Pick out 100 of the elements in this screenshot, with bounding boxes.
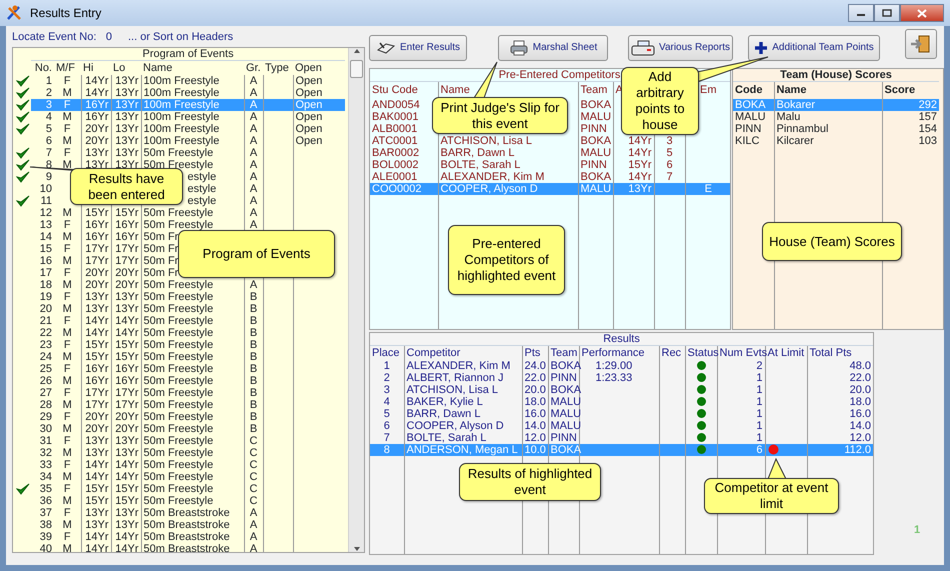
printer-icon	[508, 40, 529, 56]
event-number-field[interactable]: 0	[100, 30, 112, 42]
column-header[interactable]: Name	[141, 60, 244, 74]
maximize-button[interactable]	[874, 4, 900, 22]
table-cell: BOKA	[548, 444, 579, 456]
column-header[interactable]: Type	[263, 60, 293, 74]
table-cell: M	[54, 110, 81, 123]
table-cell: A	[244, 519, 263, 532]
table-cell-text: 38	[38, 519, 53, 532]
column-header[interactable]: Team	[548, 346, 579, 360]
table-cell: F	[54, 74, 81, 87]
table-cell: B	[244, 327, 263, 340]
table-cell: F	[54, 315, 81, 328]
column-header[interactable]: No.	[31, 60, 54, 74]
table-cell: 20Yr	[81, 279, 111, 292]
table-cell-text: 18	[38, 279, 53, 292]
column-header[interactable]: M/F	[54, 60, 81, 74]
toolbar-button[interactable]: Enter Results	[369, 35, 467, 61]
table-cell: 100m Freestyle	[141, 134, 244, 147]
table-cell-text: 11	[40, 195, 53, 208]
table-cell-text: 16	[38, 255, 53, 268]
table-cell: A	[244, 98, 263, 111]
table-cell: A	[244, 171, 263, 184]
column-header[interactable]: Total Pts	[807, 346, 873, 360]
table-cell: 50m Freestyle	[141, 459, 244, 472]
table-cell: 20.0	[522, 384, 548, 396]
minimize-button[interactable]	[848, 4, 874, 22]
table-cell: B	[244, 399, 263, 412]
toolbar-button[interactable]: Additional Team Points	[748, 35, 880, 61]
scrollbar[interactable]	[348, 48, 364, 552]
table-cell: 50m Freestyle	[141, 291, 244, 304]
column-header[interactable]: Name	[776, 84, 806, 96]
table-cell: MALU	[578, 110, 613, 122]
table-cell: 103	[882, 134, 940, 146]
table-cell: COOPER, Alyson D	[438, 182, 578, 194]
table-cell: ALEXANDER, Kim M	[404, 360, 522, 372]
column-header[interactable]: Stu Code	[372, 84, 418, 96]
table-cell: Pinnambul	[774, 122, 882, 134]
table-cell: 100m Freestyle	[141, 110, 244, 123]
table-cell: 17Yr	[111, 255, 141, 268]
table-cell: KILC	[733, 134, 774, 146]
column-header[interactable]: Gr.	[244, 60, 263, 74]
table-cell: E	[685, 182, 730, 194]
table-cell: 14.0	[522, 420, 548, 432]
table-cell: 17Yr	[111, 243, 141, 256]
table-cell: COO0002	[370, 182, 438, 194]
column-header[interactable]: Pts	[522, 346, 548, 360]
table-cell-text: 34	[38, 471, 53, 484]
table-cell: BOLTE, Sarah L	[438, 158, 578, 170]
column-header[interactable]: Competitor	[404, 346, 522, 360]
table-cell-text: 35	[38, 483, 53, 496]
exit-button[interactable]	[905, 29, 937, 59]
column-header[interactable]: Rec	[659, 346, 685, 360]
table-cell: 15Yr	[111, 207, 141, 220]
table-cell: A	[244, 195, 263, 208]
table-cell: F	[54, 411, 81, 424]
column-header[interactable]: Name	[440, 84, 470, 96]
column-header[interactable]: Status	[685, 346, 717, 360]
callout: Program of Events	[178, 230, 335, 278]
callout: Results of highlighted event	[459, 463, 601, 501]
exit-icon	[910, 34, 932, 54]
table-cell: B	[244, 363, 263, 376]
table-cell: 16Yr	[111, 363, 141, 376]
table-cell-text: AND0054	[371, 98, 421, 110]
table-cell: 13Yr	[111, 122, 141, 135]
table-cell: Open	[293, 74, 346, 87]
table-cell: B	[244, 339, 263, 352]
column-header[interactable]: Hi	[81, 60, 111, 74]
column-header[interactable]: Team	[580, 84, 608, 96]
toolbar-button[interactable]: Marshal Sheet	[498, 35, 608, 61]
scroll-up-icon[interactable]	[352, 48, 360, 54]
table-cell-text: 26	[38, 375, 53, 388]
table-cell: F	[54, 387, 81, 400]
table-cell: 16Yr	[81, 98, 111, 111]
table-cell: 8	[370, 444, 404, 456]
table-cell: 13Yr	[111, 507, 141, 520]
table-cell-text: 15	[38, 243, 53, 256]
table-cell: F	[54, 459, 81, 472]
table-cell: 6	[717, 444, 765, 456]
close-button[interactable]	[900, 4, 944, 22]
table-cell: 13Yr	[81, 447, 111, 460]
column-header[interactable]: Open	[293, 60, 346, 74]
table-cell: 2	[717, 360, 765, 372]
table-cell: 13Yr	[111, 74, 141, 87]
column-header[interactable]: Score	[884, 84, 916, 96]
table-cell: M	[54, 327, 81, 340]
table-cell: 50m Freestyle	[141, 339, 244, 352]
table-cell: 1:23.33	[579, 372, 659, 384]
table-cell: BAKER, Kylie L	[404, 396, 522, 408]
column-header[interactable]: Place	[370, 346, 404, 360]
column-header[interactable]: Performance	[579, 346, 659, 360]
column-header[interactable]: Em	[700, 84, 717, 96]
scrollbar-thumb[interactable]	[350, 60, 363, 78]
table-cell: ALBERT, Riannon J	[404, 372, 522, 384]
column-header[interactable]: Lo	[111, 60, 141, 74]
toolbar-button[interactable]: Various Reports	[628, 35, 733, 61]
scroll-down-icon[interactable]	[352, 546, 360, 552]
column-header[interactable]: Code	[735, 84, 762, 96]
table-cell: F	[54, 435, 81, 448]
table-cell: F	[54, 507, 81, 520]
